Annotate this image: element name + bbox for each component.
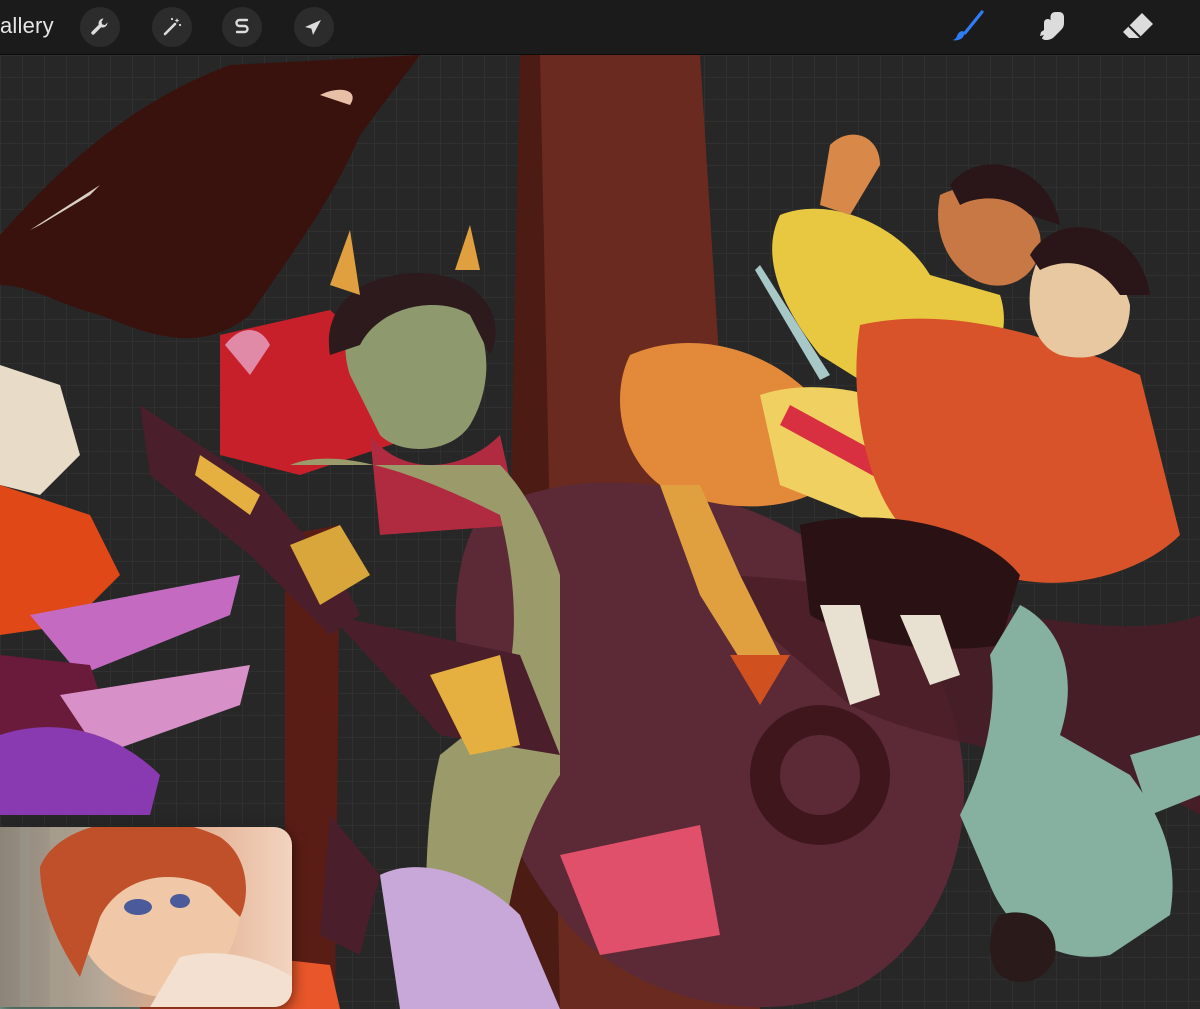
actions-button[interactable] (80, 7, 120, 47)
smudge-finger-icon (1040, 12, 1064, 40)
eraser-button[interactable] (1116, 7, 1160, 47)
wrench-icon (91, 18, 108, 35)
adjustments-button[interactable] (152, 7, 192, 47)
pip-video-window[interactable] (0, 827, 292, 1007)
gallery-button[interactable]: allery (0, 12, 54, 40)
selection-button[interactable] (222, 7, 262, 47)
pip-video-frame (0, 827, 292, 1007)
top-toolbar: allery (0, 0, 1200, 55)
transform-button[interactable] (294, 7, 334, 47)
magic-wand-icon (163, 17, 182, 36)
eraser-icon (1123, 13, 1153, 38)
brush-icon (952, 10, 984, 41)
drawing-canvas[interactable] (0, 55, 1200, 1009)
art-paper-fragment (0, 365, 80, 495)
brush-button[interactable] (944, 7, 988, 47)
smudge-button[interactable] (1030, 7, 1074, 47)
arrow-cursor-icon (305, 20, 321, 35)
selection-s-icon (235, 18, 249, 34)
